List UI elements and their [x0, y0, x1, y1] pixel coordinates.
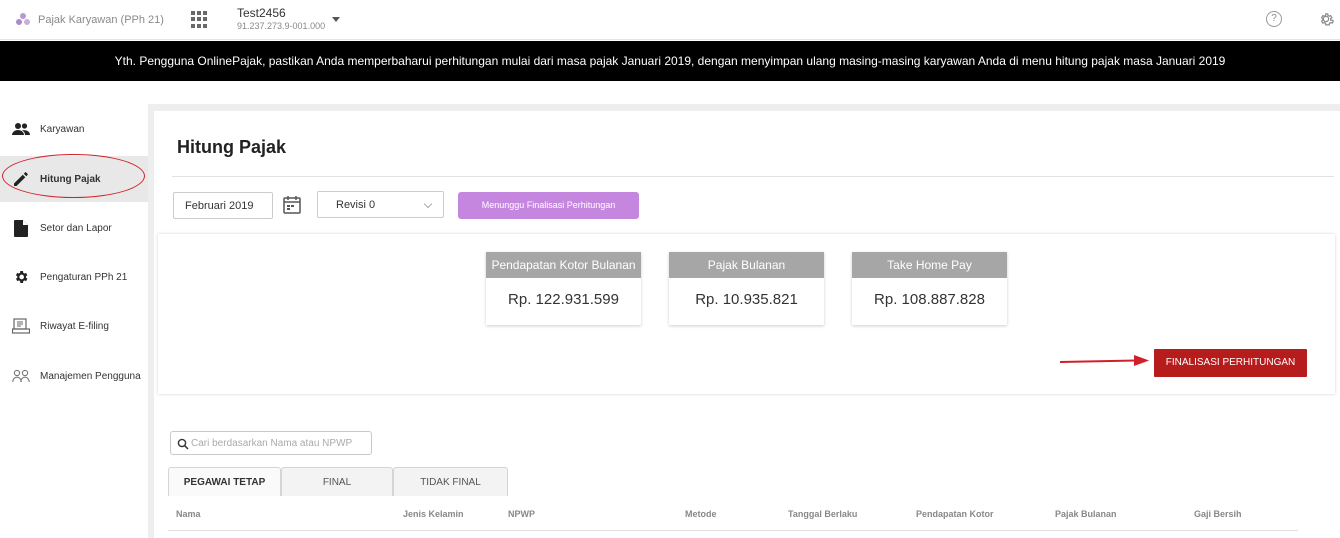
brand[interactable]: Pajak Karyawan (PPh 21)	[14, 11, 164, 29]
stat-pajak-bulanan: Pajak Bulanan Rp. 10.935.821	[669, 252, 824, 325]
brand-name: Pajak Karyawan (PPh 21)	[38, 14, 164, 26]
sidebar-item-manajemen-pengguna[interactable]: Manajemen Pengguna	[0, 353, 148, 399]
tab-tidak-final[interactable]: TIDAK FINAL	[393, 467, 508, 496]
announcement-banner: Yth. Pengguna OnlinePajak, pastikan Anda…	[0, 41, 1340, 81]
pencil-icon	[12, 170, 30, 188]
help-icon[interactable]: ?	[1266, 11, 1282, 27]
stat-value: Rp. 122.931.599	[508, 291, 619, 308]
sidebar-item-label: Riwayat E-filing	[40, 320, 109, 332]
column-header-gaji-bersih[interactable]: Gaji Bersih	[1194, 509, 1242, 519]
divider	[172, 176, 1334, 177]
stat-label: Pendapatan Kotor Bulanan	[486, 252, 641, 278]
column-header-nama[interactable]: Nama	[176, 509, 201, 519]
finalize-button[interactable]: FINALISASI PERHITUNGAN	[1154, 349, 1307, 377]
stat-label: Take Home Pay	[852, 252, 1007, 278]
stat-value: Rp. 108.887.828	[874, 291, 985, 308]
column-header-tanggal-berlaku[interactable]: Tanggal Berlaku	[788, 509, 857, 519]
sidebar-item-label: Hitung Pajak	[40, 173, 101, 185]
search-icon	[177, 437, 189, 450]
revision-value: Revisi 0	[336, 199, 376, 211]
arrow-annotation-icon	[1059, 354, 1150, 368]
column-header-pendapatan-kotor[interactable]: Pendapatan Kotor	[916, 509, 994, 519]
stat-take-home-pay: Take Home Pay Rp. 108.887.828	[852, 252, 1007, 325]
column-header-npwp[interactable]: NPWP	[508, 509, 535, 519]
column-header-pajak-bulanan[interactable]: Pajak Bulanan	[1055, 509, 1117, 519]
stat-pendapatan-kotor: Pendapatan Kotor Bulanan Rp. 122.931.599	[486, 252, 641, 325]
top-bar: Pajak Karyawan (PPh 21) Test2456 91.237.…	[0, 0, 1340, 40]
status-badge: Menunggu Finalisasi Perhitungan	[458, 192, 639, 219]
calendar-icon[interactable]	[283, 195, 301, 214]
chevron-down-icon[interactable]	[332, 17, 340, 22]
search-input[interactable]	[191, 435, 369, 451]
people-icon	[12, 120, 30, 138]
tab-final[interactable]: FINAL	[281, 467, 393, 496]
gear-icon	[12, 268, 30, 286]
period-field[interactable]: Februari 2019	[173, 192, 273, 219]
sidebar-item-pengaturan-pph21[interactable]: Pengaturan PPh 21	[0, 254, 148, 300]
users-manage-icon	[12, 367, 30, 385]
stat-label: Pajak Bulanan	[669, 252, 824, 278]
company-selector[interactable]: Test2456 91.237.273.9-001.000	[237, 6, 325, 31]
sidebar-item-label: Karyawan	[40, 123, 85, 135]
sidebar-item-setor-dan-lapor[interactable]: Setor dan Lapor	[0, 205, 148, 251]
history-icon	[12, 317, 30, 335]
column-header-jenis-kelamin[interactable]: Jenis Kelamin	[403, 509, 464, 519]
tab-pegawai-tetap[interactable]: PEGAWAI TETAP	[168, 467, 281, 496]
search-box[interactable]	[170, 431, 372, 455]
revision-select[interactable]: Revisi 0	[317, 191, 444, 218]
table-header-divider	[168, 530, 1298, 531]
company-name: Test2456	[237, 6, 286, 20]
sidebar-item-label: Pengaturan PPh 21	[40, 271, 128, 283]
brand-logo-icon	[14, 11, 32, 29]
sidebar: Karyawan Hitung Pajak Setor dan Lapor Pe…	[0, 104, 148, 538]
chevron-down-icon	[423, 199, 433, 209]
sidebar-item-label: Setor dan Lapor	[40, 222, 112, 234]
apps-grid-icon[interactable]	[191, 11, 208, 28]
sidebar-item-riwayat-efiling[interactable]: Riwayat E-filing	[0, 303, 148, 349]
sidebar-item-karyawan[interactable]: Karyawan	[0, 106, 148, 152]
page-title: Hitung Pajak	[177, 137, 287, 157]
sidebar-item-hitung-pajak[interactable]: Hitung Pajak	[0, 156, 148, 202]
sidebar-item-label: Manajemen Pengguna	[40, 370, 141, 382]
column-header-metode[interactable]: Metode	[685, 509, 717, 519]
document-icon	[12, 219, 30, 237]
stat-value: Rp. 10.935.821	[695, 291, 798, 308]
company-npwp: 91.237.273.9-001.000	[237, 21, 326, 31]
settings-gear-icon[interactable]	[1317, 10, 1335, 28]
